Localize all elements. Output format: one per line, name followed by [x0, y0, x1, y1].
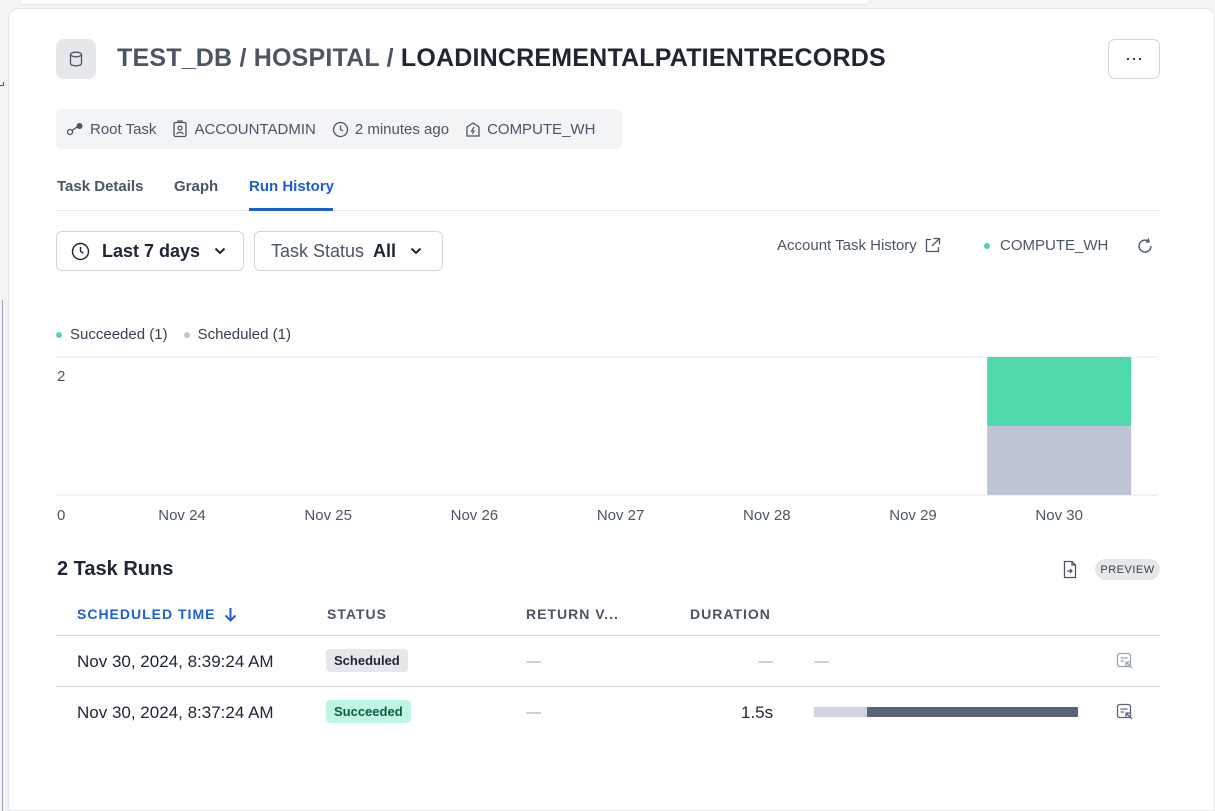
column-header-label: SCHEDULED TIME: [77, 606, 216, 622]
run-duration-bar: [814, 707, 1078, 717]
external-link-icon: [925, 237, 940, 253]
duration-bar-running: [867, 707, 1078, 717]
query-details-icon[interactable]: [1116, 652, 1134, 670]
tab-task-details[interactable]: Task Details: [57, 178, 143, 195]
status-badge: Scheduled: [326, 649, 408, 672]
meta-owner: ACCOUNTADMIN: [172, 120, 316, 138]
breadcrumb-separator: /: [232, 44, 254, 72]
legend-swatch: [183, 331, 190, 338]
run-duration: —: [758, 653, 773, 670]
ellipsis-icon: ⋯: [1125, 48, 1143, 69]
breadcrumb-separator: /: [379, 44, 401, 72]
task-status-value: All: [373, 240, 397, 261]
status-dot: [984, 242, 990, 249]
legend-label: Succeeded (1): [70, 326, 168, 343]
clock-icon: [332, 121, 348, 137]
chart-legend: Succeeded (1) Scheduled (1): [56, 326, 307, 343]
task-runs-title: 2 Task Runs: [57, 558, 174, 580]
account-task-history-link[interactable]: Account Task History: [777, 237, 941, 254]
database-icon: [56, 39, 96, 79]
column-header-scheduled-time[interactable]: SCHEDULED TIME: [77, 606, 237, 622]
run-return-value: —: [526, 704, 541, 721]
sort-descending-icon: [225, 607, 237, 622]
breadcrumb-database[interactable]: TEST_DB: [117, 44, 232, 72]
legend-succeeded[interactable]: Succeeded (1): [56, 326, 168, 343]
table-header-divider: [56, 635, 1160, 636]
meta-task-type: Root Task: [66, 121, 156, 138]
task-meta-bar: Root Task ACCOUNTADMIN 2 minutes ago COM…: [56, 109, 622, 149]
legend-label: Scheduled (1): [197, 326, 291, 343]
meta-warehouse: COMPUTE_WH: [465, 121, 595, 138]
tab-graph[interactable]: Graph: [174, 178, 218, 195]
owner-badge-icon: [173, 120, 188, 138]
meta-updated: 2 minutes ago: [332, 121, 449, 138]
warehouse-icon: [466, 121, 480, 137]
task-status-label: Task Status: [271, 240, 365, 261]
column-header-duration[interactable]: DURATION: [690, 606, 771, 622]
preview-badge: PREVIEW: [1095, 559, 1160, 580]
date-range-value: Last 7 days: [102, 240, 201, 261]
column-header-return-value[interactable]: RETURN V...: [526, 606, 619, 622]
tab-run-history[interactable]: Run History: [249, 178, 334, 195]
date-range-filter[interactable]: Last 7 days: [56, 231, 244, 271]
top-strip: [0, 0, 1215, 8]
duration-bar-queued: [814, 707, 867, 717]
breadcrumb-schema[interactable]: HOSPITAL: [254, 44, 380, 72]
account-task-history-label: Account Task History: [777, 237, 917, 254]
clock-icon: [71, 242, 90, 260]
chevron-down-icon: [214, 247, 226, 255]
column-header-status[interactable]: STATUS: [327, 606, 387, 622]
run-scheduled-time: Nov 30, 2024, 8:37:24 AM: [77, 703, 274, 722]
status-badge: Succeeded: [326, 700, 411, 723]
meta-task-type-label: Root Task: [90, 120, 157, 138]
warehouse-status-label: COMPUTE_WH: [1000, 237, 1109, 254]
browser-tab-edge: [20, 0, 870, 5]
tab-bar: Task Details Graph Run History: [56, 168, 1160, 211]
warehouse-status: COMPUTE_WH: [984, 237, 1108, 254]
run-duration: 1.5s: [741, 703, 774, 722]
run-scheduled-time: Nov 30, 2024, 8:39:24 AM: [77, 652, 274, 671]
more-actions-button[interactable]: ⋯: [1108, 39, 1160, 79]
legend-swatch: [56, 331, 62, 338]
breadcrumb-task: LOADINCREMENTALPATIENTRECORDS: [400, 44, 886, 72]
query-details-icon[interactable]: [1116, 703, 1134, 721]
meta-owner-label: ACCOUNTADMIN: [194, 120, 316, 138]
export-file-icon[interactable]: [1061, 560, 1079, 579]
legend-scheduled[interactable]: Scheduled (1): [183, 326, 291, 343]
meta-warehouse-label: COMPUTE_WH: [487, 120, 596, 138]
table-row-divider: [56, 686, 1160, 687]
meta-updated-label: 2 minutes ago: [354, 120, 450, 138]
refresh-icon[interactable]: [1136, 237, 1154, 255]
left-rail: [0, 0, 8, 811]
chevron-down-icon: [410, 247, 422, 255]
root-task-icon: [66, 123, 83, 136]
active-tab-indicator: [249, 208, 333, 211]
run-return-value: —: [526, 653, 541, 670]
run-timeline: —: [814, 653, 829, 670]
page-title: TEST_DB / HOSPITAL / LOADINCREMENTALPATI…: [117, 44, 886, 73]
task-status-filter[interactable]: Task Status All: [254, 231, 443, 271]
